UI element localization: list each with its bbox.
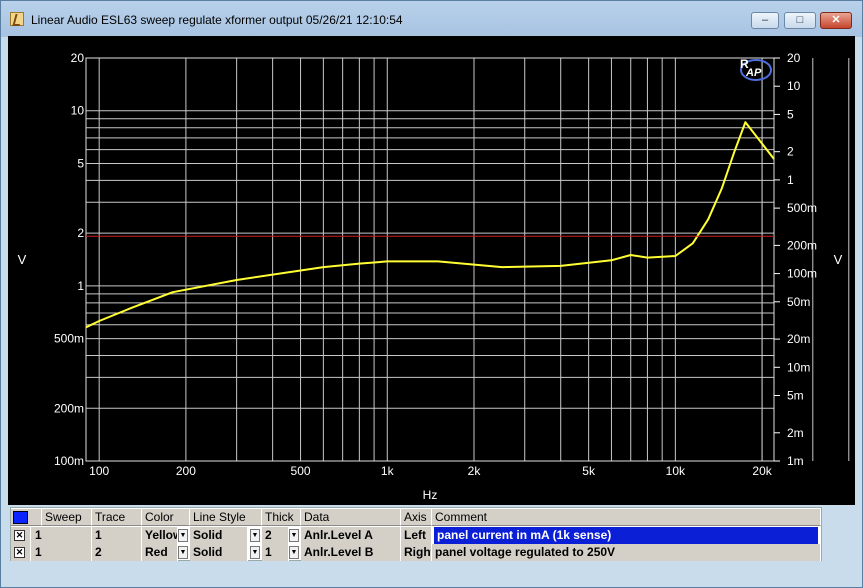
header-axis[interactable]: Axis (401, 509, 432, 526)
row-1-comment[interactable]: panel current in mA (1k sense) (434, 527, 819, 544)
x-tick-label: 500 (291, 464, 311, 478)
right-tick-label: 2m (787, 426, 804, 440)
x-tick-label: 5k (582, 464, 596, 478)
row-1-data[interactable]: Anlr.Level A (301, 527, 401, 544)
row-2-sweep[interactable]: 1 (31, 544, 92, 561)
right-tick-label: 2 (787, 145, 794, 159)
ap-logo-text: AP (745, 67, 762, 79)
left-tick-label: 5 (77, 156, 84, 170)
right-tick-label: 20 (787, 51, 801, 65)
row-1-axis[interactable]: Left (401, 527, 432, 544)
right-tick-label: 5 (787, 107, 794, 121)
left-tick-label: 20 (71, 51, 85, 65)
trace-legend-table[interactable]: Sweep Trace Color Line Style Thick Data … (10, 507, 822, 561)
row-1-color-dropdown-icon[interactable]: ▼ (178, 529, 188, 542)
right-tick-label: 10m (787, 360, 810, 374)
left-tick-label: 500m (54, 332, 84, 346)
left-tick-label: 2 (77, 226, 84, 240)
x-tick-label: 200 (176, 464, 196, 478)
right-tick-label: 1 (787, 173, 794, 187)
row-2-style-dropdown-icon[interactable]: ▼ (250, 546, 260, 559)
header-line-style[interactable]: Line Style (190, 509, 262, 526)
row-2-trace[interactable]: 2 (92, 544, 142, 561)
row-1-line-style[interactable]: Solid (190, 527, 248, 544)
right-tick-label: 5m (787, 389, 804, 403)
legend-row-1[interactable]: ✕ 1 1 Yellow ▼ Solid ▼ 2 ▼ Anlr.Level A … (11, 527, 823, 544)
x-tick-label: 10k (666, 464, 686, 478)
x-tick-label: 1k (381, 464, 395, 478)
row-2-axis[interactable]: Right (401, 544, 432, 561)
right-axis-label: V (834, 252, 843, 267)
x-tick-label: 100 (89, 464, 109, 478)
graph-panel[interactable]: 100 200 500 1k 2k 5k 10k 20k 20 10 5 2 1 500m 200m 100m… (0, 0, 863, 505)
row-1-enable[interactable]: ✕ (11, 527, 31, 544)
row-1-style-dropdown-icon[interactable]: ▼ (250, 529, 260, 542)
header-sweep[interactable]: Sweep (42, 509, 92, 526)
row-2-thick-dropdown-icon[interactable]: ▼ (289, 546, 299, 559)
left-tick-label: 200m (54, 401, 84, 415)
row-2-comment[interactable]: panel voltage regulated to 250V (432, 544, 821, 561)
left-tick-label: 10 (71, 104, 85, 118)
row-2-thick[interactable]: 1 (262, 544, 289, 561)
right-tick-label: 100m (787, 267, 817, 281)
right-tick-label: 10 (787, 79, 801, 93)
left-tick-label: 100m (54, 454, 84, 468)
header-thick[interactable]: Thick (262, 509, 301, 526)
row-1-sweep[interactable]: 1 (31, 527, 92, 544)
row-1-color[interactable]: Yellow (142, 527, 178, 544)
header-trace[interactable]: Trace (92, 509, 142, 526)
right-tick-label: 1m (787, 454, 804, 468)
row-2-data[interactable]: Anlr.Level B (301, 544, 401, 561)
row-2-enable[interactable]: ✕ (11, 544, 31, 561)
legend-row-2[interactable]: ✕ 1 2 Red ▼ Solid ▼ 1 ▼ Anlr.Level B Rig… (11, 544, 823, 561)
row-2-color-dropdown-icon[interactable]: ▼ (178, 546, 188, 559)
row-2-line-style[interactable]: Solid (190, 544, 248, 561)
right-tick-label: 200m (787, 238, 817, 252)
x-tick-label: 20k (752, 464, 772, 478)
left-tick-label: 1 (77, 279, 84, 293)
row-2-color[interactable]: Red (142, 544, 178, 561)
x-axis-label: Hz (423, 488, 438, 502)
right-tick-label: 20m (787, 332, 810, 346)
header-color[interactable]: Color (142, 509, 190, 526)
left-axis-label: V (18, 252, 27, 267)
row-1-trace[interactable]: 1 (92, 527, 142, 544)
right-tick-label: 500m (787, 201, 817, 215)
legend-header-row: Sweep Trace Color Line Style Thick Data … (11, 509, 823, 526)
checkbox-icon[interactable]: ✕ (14, 547, 25, 558)
blue-square-icon (13, 511, 28, 524)
graph-background (8, 36, 855, 505)
right-tick-label: 50m (787, 295, 810, 309)
row-1-thick-dropdown-icon[interactable]: ▼ (289, 529, 299, 542)
x-tick-label: 2k (468, 464, 482, 478)
header-data[interactable]: Data (301, 509, 401, 526)
checkbox-icon[interactable]: ✕ (14, 530, 25, 541)
legend-color-header[interactable] (11, 509, 42, 526)
row-1-thick[interactable]: 2 (262, 527, 289, 544)
header-comment[interactable]: Comment (432, 509, 821, 526)
